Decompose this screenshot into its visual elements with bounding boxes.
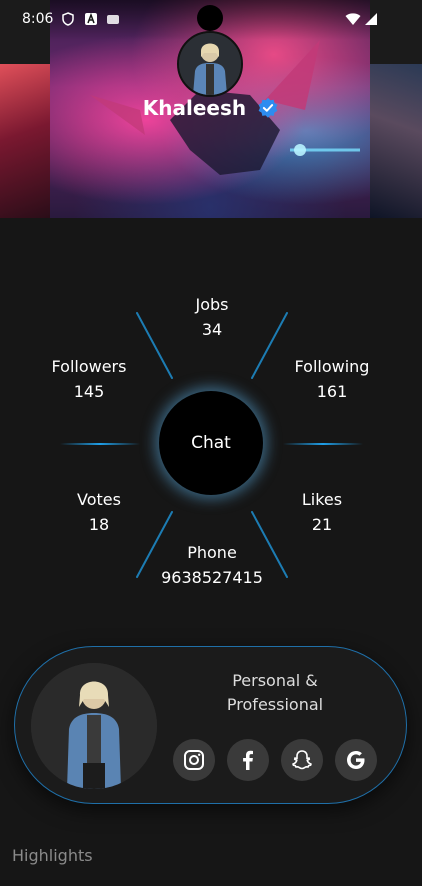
instagram-button[interactable] [173,739,215,781]
cover-image-left[interactable] [0,64,50,218]
profile-name: Khaleesh [142,96,247,120]
stat-likes[interactable]: Likes 21 [252,487,392,537]
stat-following[interactable]: Following 161 [262,354,402,404]
stat-likes-value: 21 [311,515,333,534]
card-title-line2: Professional [226,695,324,714]
highlights-heading: Highlights [12,846,93,865]
google-button[interactable] [335,739,377,781]
facebook-button[interactable] [227,739,269,781]
stat-votes-label: Votes [77,490,121,509]
stat-phone-value: 9638527415 [161,568,263,587]
stat-jobs-value: 34 [201,320,223,339]
status-bar: 8:06 [0,0,422,40]
profile-name-row: Khaleesh [0,96,422,120]
profile-avatar[interactable] [177,31,243,97]
a-badge-icon [85,12,97,25]
chat-button[interactable]: Chat [159,391,263,495]
stat-following-value: 161 [316,382,348,401]
stat-phone-label: Phone [187,543,237,562]
facebook-icon [243,750,253,770]
card-profile-photo[interactable] [31,663,157,789]
stat-votes[interactable]: Votes 18 [29,487,169,537]
personal-professional-card: Personal & Professional [14,646,407,804]
stat-jobs[interactable]: Jobs 34 [142,292,282,342]
cover-image-right[interactable] [370,64,422,218]
stat-jobs-label: Jobs [195,295,229,314]
snapchat-icon [292,750,312,770]
stat-phone[interactable]: Phone 9638527415 [142,540,282,590]
stat-followers[interactable]: Followers 145 [19,354,159,404]
instagram-icon [184,750,204,770]
stat-votes-value: 18 [88,515,110,534]
stat-likes-label: Likes [301,490,343,509]
stat-followers-label: Followers [51,357,127,376]
stat-followers-value: 145 [73,382,105,401]
chat-button-label: Chat [191,433,231,453]
notification-icon [107,15,119,24]
google-icon [347,751,365,769]
verified-badge-icon [258,97,278,118]
card-title: Personal & Professional [195,669,355,717]
stat-following-label: Following [294,357,370,376]
status-time: 8:06 [22,11,54,27]
shield-icon [62,12,74,26]
camera-cutout [197,5,223,31]
card-person [31,663,157,789]
snapchat-button[interactable] [281,739,323,781]
wifi-icon [345,13,361,25]
avatar-person [179,33,241,95]
social-links [173,739,383,781]
signal-icon [365,13,377,25]
card-title-line1: Personal & [232,671,318,690]
